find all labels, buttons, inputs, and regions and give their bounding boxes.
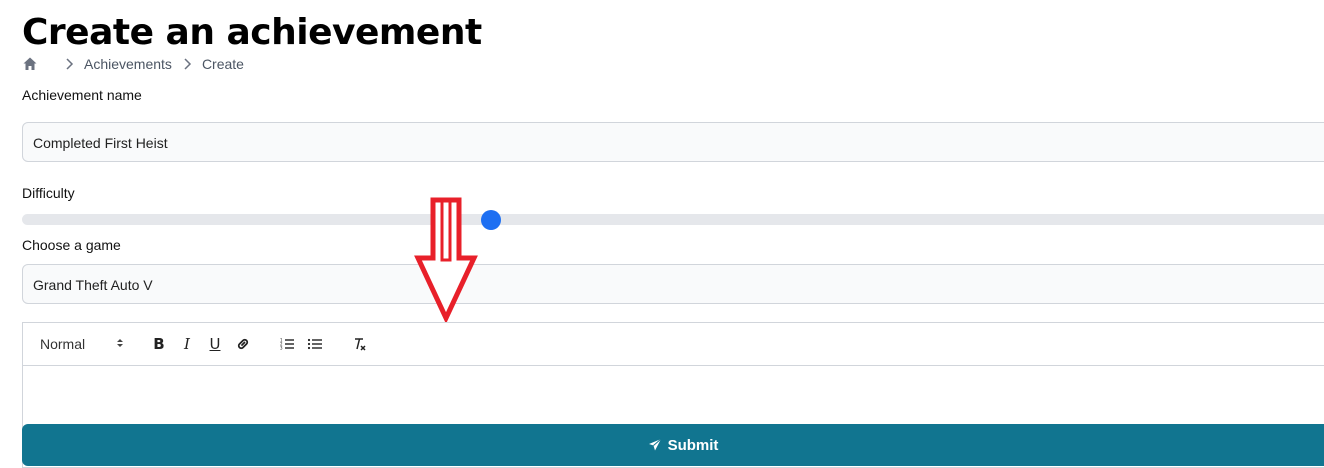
svg-text:3: 3 — [280, 346, 283, 351]
link-icon[interactable] — [233, 334, 253, 354]
breadcrumb-item-achievements[interactable]: Achievements — [84, 56, 172, 72]
editor-toolbar: Normal B I U 123 — [23, 323, 1324, 366]
select-arrows-icon — [115, 336, 125, 352]
bullet-list-icon[interactable] — [305, 334, 325, 354]
bold-icon[interactable]: B — [149, 334, 169, 354]
page-title: Create an achievement — [22, 12, 482, 53]
difficulty-slider-track[interactable] — [22, 214, 1324, 225]
game-select[interactable]: Grand Theft Auto V — [22, 264, 1324, 304]
ordered-list-icon[interactable]: 123 — [277, 334, 297, 354]
achievement-name-label: Achievement name — [22, 87, 142, 103]
breadcrumb: Achievements Create — [22, 55, 244, 73]
home-icon[interactable] — [22, 56, 38, 72]
difficulty-slider-thumb[interactable] — [481, 210, 501, 230]
submit-label: Submit — [667, 436, 719, 454]
format-select[interactable]: Normal — [40, 336, 125, 352]
choose-game-label: Choose a game — [22, 237, 121, 253]
send-icon — [648, 438, 661, 451]
clear-format-icon[interactable] — [349, 334, 369, 354]
breadcrumb-item-create: Create — [201, 56, 244, 72]
format-select-value: Normal — [40, 336, 86, 352]
difficulty-label: Difficulty — [22, 185, 75, 201]
achievement-name-input[interactable]: Completed First Heist — [22, 122, 1324, 162]
submit-button[interactable]: Submit — [22, 424, 1324, 466]
underline-icon[interactable]: U — [205, 334, 225, 354]
italic-icon[interactable]: I — [177, 334, 197, 354]
chevron-right-icon — [180, 57, 194, 71]
chevron-right-icon — [62, 57, 76, 71]
down-arrow-icon — [414, 197, 478, 322]
